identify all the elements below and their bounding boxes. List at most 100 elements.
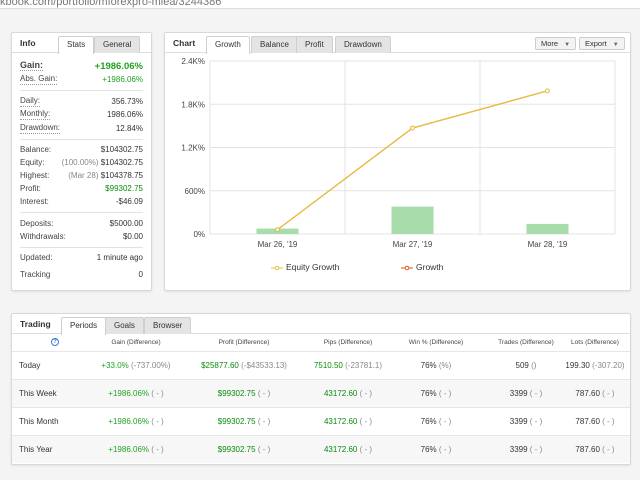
gain-value: +1986.06% <box>108 389 150 398</box>
chart-legend: Equity Growth Growth <box>165 261 632 275</box>
win-value: 76% <box>420 389 437 398</box>
divider <box>20 212 143 213</box>
lots-difference: ( - ) <box>602 417 615 426</box>
pips-value: 43172.60 <box>323 389 358 398</box>
withdrawals-value: $0.00 <box>122 232 143 241</box>
win-value: 76% <box>420 361 437 370</box>
abs-gain-row: Abs. Gain: +1986.06% <box>20 74 143 86</box>
updated-row: Updated: 1 minute ago <box>20 252 143 264</box>
y-tick-label: 0% <box>193 230 205 239</box>
lots-value: 787.60 <box>575 445 600 454</box>
tab-goals[interactable]: Goals <box>105 317 144 334</box>
tab-stats[interactable]: Stats <box>58 36 95 54</box>
chart-panel: Chart Growth Balance Profit Drawdown Mor… <box>164 32 631 291</box>
monthly-label[interactable]: Monthly: <box>20 109 51 120</box>
gain-difference: (-737.00%) <box>131 361 171 370</box>
info-title: Info <box>20 38 36 48</box>
legend-growth[interactable]: Growth <box>416 262 443 272</box>
profit-cell: $25877.60 (-$43533.13) <box>188 352 300 380</box>
header-lots: Lots (Difference) <box>571 339 619 346</box>
growth-legend-icon <box>401 265 413 271</box>
profit-difference: (-$43533.13) <box>241 361 287 370</box>
highest-date: (Mar 28) <box>68 171 99 180</box>
deposits-row: Deposits: $5000.00 <box>20 218 143 230</box>
address-bar[interactable]: kbook.com/portfolio/mforexpro-mlea/32443… <box>0 0 640 9</box>
header-gain: Gain (Difference) <box>111 339 161 346</box>
profit-value: $25877.60 <box>201 361 239 370</box>
profit-value: $99302.75 <box>217 389 256 398</box>
trading-panel: Trading Periods Goals Browser ? Gain (Di… <box>11 313 631 465</box>
equity-growth-legend-icon <box>271 265 283 271</box>
tracking-label[interactable]: Tracking <box>20 269 50 281</box>
updated-label: Updated: <box>20 253 53 262</box>
win-difference: ( - ) <box>438 417 452 426</box>
divider <box>20 247 143 248</box>
header-win: Win % (Difference) <box>408 339 464 346</box>
gain-value: +33.0% <box>101 361 129 370</box>
win-cell: 76% (%) <box>386 352 486 380</box>
profit-value: $99302.75 <box>217 445 256 454</box>
tracking-row: Tracking 0 <box>20 269 143 281</box>
profit-difference: ( - ) <box>257 389 271 398</box>
equity-growth-point <box>275 227 280 232</box>
profit-cell: $99302.75 ( - ) <box>188 408 300 436</box>
growth-chart[interactable]: 0% 600% 1.2K% 1.8K% 2.4K% Mar 26, '19 Mar 27, … <box>165 33 632 292</box>
balance-row: Balance: $104302.75 <box>20 144 143 156</box>
y-tick-label: 1.8K% <box>181 100 205 109</box>
profit-difference: ( - ) <box>257 445 271 454</box>
highest-value-group: (Mar 28) $104378.75 <box>68 170 143 182</box>
win-value: 76% <box>420 417 437 426</box>
abs-gain-value: +1986.06% <box>102 75 143 84</box>
win-cell: 76% ( - ) <box>386 408 486 436</box>
deposits-label: Deposits: <box>20 219 54 228</box>
gain-difference: ( - ) <box>151 445 164 454</box>
lots-cell: 787.60 ( - ) <box>560 380 630 408</box>
monthly-row: Monthly: 1986.06% <box>20 109 143 121</box>
lots-cell: 787.60 ( - ) <box>560 408 630 436</box>
lots-value: 787.60 <box>575 417 600 426</box>
x-tick-label: Mar 28, '19 <box>528 240 568 249</box>
drawdown-value: 12.84% <box>115 124 143 133</box>
period-cell: This Month <box>19 417 59 426</box>
profit-label: Profit: <box>20 184 41 193</box>
tab-general[interactable]: General <box>94 36 141 53</box>
monthly-value: 1986.06% <box>106 110 143 119</box>
legend-equity-growth[interactable]: Equity Growth <box>286 262 339 272</box>
address-text: kbook.com/portfolio/mforexpro-mlea/32443… <box>0 0 222 8</box>
daily-label[interactable]: Daily: <box>20 96 41 107</box>
table-row: This Week +1986.06% ( - ) $99302.75 ( - ) 4… <box>12 379 630 407</box>
gain-cell: +1986.06% ( - ) <box>80 436 192 464</box>
tab-browser[interactable]: Browser <box>144 317 192 334</box>
highest-label: Highest: <box>20 171 50 180</box>
header-profit: Profit (Difference) <box>218 339 270 346</box>
info-icon[interactable]: ? <box>51 338 59 347</box>
gain-label[interactable]: Gain: <box>20 60 44 71</box>
divider <box>20 90 143 91</box>
period-cell: This Week <box>19 389 57 398</box>
info-panel: Info Stats General Gain: +1986.06% Abs. … <box>11 32 152 291</box>
lots-difference: ( - ) <box>602 445 615 454</box>
x-tick-label: Mar 27, '19 <box>393 240 433 249</box>
trading-title: Trading <box>20 319 51 329</box>
interest-row: Interest: -$46.09 <box>20 196 143 208</box>
gain-row: Gain: +1986.06% <box>20 60 143 74</box>
win-difference: ( - ) <box>438 389 452 398</box>
interest-value: -$46.09 <box>115 197 143 206</box>
info-tabbar: Info Stats General <box>12 33 151 54</box>
pips-difference: (-23781.1) <box>345 361 383 370</box>
pips-difference: ( - ) <box>359 417 373 426</box>
trades-value: 3399 <box>509 445 528 454</box>
withdrawals-row: Withdrawals: $0.00 <box>20 231 143 243</box>
balance-value: $104302.75 <box>100 145 143 154</box>
tab-periods[interactable]: Periods <box>61 317 107 335</box>
equity-label: Equity: <box>20 158 45 167</box>
lots-value: 787.60 <box>575 389 600 398</box>
abs-gain-label[interactable]: Abs. Gain: <box>20 74 58 85</box>
lots-cell: 787.60 ( - ) <box>560 436 630 464</box>
gain-difference: ( - ) <box>151 417 164 426</box>
drawdown-label[interactable]: Drawdown: <box>20 123 61 134</box>
win-cell: 76% ( - ) <box>386 436 486 464</box>
lots-difference: (-307.20) <box>592 361 625 370</box>
y-tick-label: 2.4K% <box>181 57 205 66</box>
profit-value: $99302.75 <box>105 184 143 193</box>
